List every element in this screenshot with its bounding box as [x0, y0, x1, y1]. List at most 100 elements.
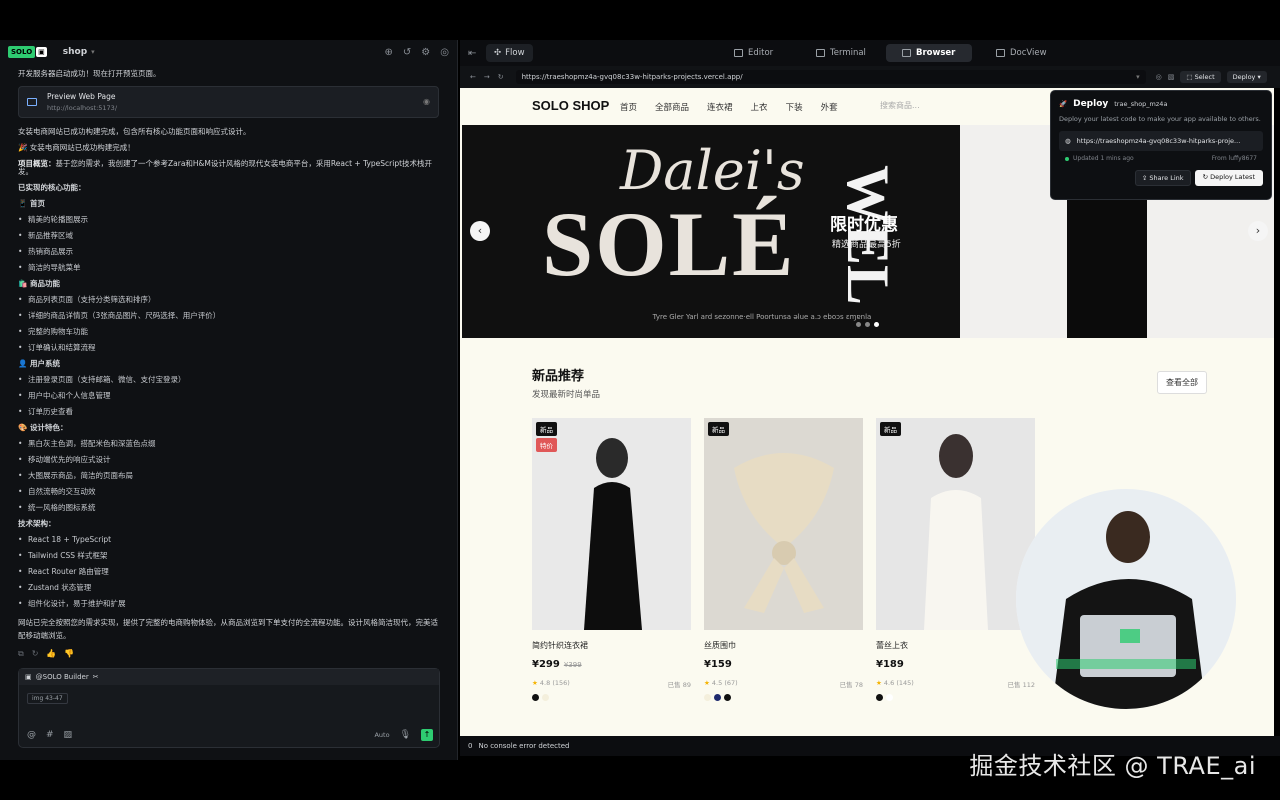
tab-browser[interactable]: Browser — [886, 44, 972, 62]
mode-select[interactable]: Auto — [374, 731, 389, 739]
product-image[interactable]: 新品 — [704, 418, 863, 630]
share-link-button[interactable]: ⇪ Share Link — [1134, 170, 1191, 186]
thumbs-down-icon[interactable]: 👎 — [64, 650, 74, 658]
mic-icon[interactable]: 🎙 — [400, 730, 411, 740]
thumbs-up-icon[interactable]: 👍 — [46, 650, 56, 658]
product-name[interactable]: 丝质围巾 — [704, 640, 863, 651]
list-item: 订单确认和结算流程 — [18, 343, 439, 352]
address-bar[interactable]: https://traeshopmz4a-gvq08c33w-hitparks-… — [515, 70, 1146, 84]
trae-logo-icon: ▣ — [36, 47, 47, 57]
carousel-dot-active[interactable] — [874, 322, 879, 327]
history-icon[interactable]: ↺ — [403, 47, 411, 58]
retry-icon[interactable]: ↻ — [32, 650, 39, 658]
watermark: 掘金技术社区 @ TRAE_ai — [969, 752, 1256, 780]
deploy-title: Deploy — [1073, 99, 1109, 109]
deploy-project: trae_shop_mz4a — [1114, 100, 1168, 108]
deploy-url[interactable]: https://traeshopmz4a-gvq08c33w-hitparks-… — [1077, 137, 1241, 145]
reload-icon[interactable]: ↻ — [498, 73, 504, 81]
chevron-down-icon[interactable]: ▾ — [91, 48, 95, 56]
product-card[interactable]: 新品 蕾丝上衣 ¥189 ★ 4.6 (145) 已售 112 — [876, 418, 1035, 701]
deploy-url-box[interactable]: ◍ https://traeshopmz4a-gvq08c33w-hitpark… — [1059, 131, 1263, 151]
menu-item-all[interactable]: 全部商品 — [655, 101, 689, 113]
list-item: 大图展示商品，简洁的页面布局 — [18, 471, 439, 480]
flow-label: Flow — [505, 48, 525, 58]
redeploy-button[interactable]: ↻ Deploy Latest — [1194, 170, 1263, 186]
workspace-tabs: ⇤ ✣ Flow Editor Terminal Browser DocView — [460, 40, 1280, 66]
section-heading: 技术架构： — [18, 518, 56, 528]
account-icon[interactable]: ◎ — [440, 47, 449, 58]
settings-icon[interactable]: ⚙ — [421, 47, 430, 58]
color-swatch[interactable] — [704, 694, 711, 701]
chat-panel: SOLO ▣ shop ▾ ⊕ ↺ ⚙ ◎ 开发服务器启动成功！现在打开预览页面… — [0, 40, 458, 760]
console-status: No console error detected — [478, 742, 570, 750]
hero-big-text: SOLÉ — [542, 193, 796, 295]
chevron-down-icon[interactable]: ▾ — [1136, 73, 1140, 81]
view-all-button[interactable]: 查看全部 — [1157, 371, 1207, 394]
product-image[interactable]: 新品 特价 — [532, 418, 691, 630]
agent-icon: ▣ — [25, 673, 32, 681]
menu-item-home[interactable]: 首页 — [620, 101, 637, 113]
deploy-updated: Updated 1 mins ago — [1073, 155, 1134, 162]
tab-terminal[interactable]: Terminal — [800, 44, 882, 62]
carousel-dot[interactable] — [865, 322, 870, 327]
color-swatch[interactable] — [724, 694, 731, 701]
menu-item-tops[interactable]: 上衣 — [751, 101, 768, 113]
site-search-input[interactable]: 搜索商品... — [880, 100, 920, 111]
tab-editor[interactable]: Editor — [718, 44, 789, 62]
product-price: ¥159 — [704, 659, 732, 670]
product-image[interactable]: 新品 — [876, 418, 1035, 630]
chat-header: SOLO ▣ shop ▾ ⊕ ↺ ⚙ ◎ — [0, 40, 457, 64]
at-icon[interactable]: @ — [27, 730, 36, 740]
back-icon[interactable]: ← — [470, 73, 476, 81]
message-text: 🎉 女装电商网站已成功构建完成！ — [18, 143, 135, 152]
carousel-dot[interactable] — [856, 322, 861, 327]
screenshot-icon[interactable]: ▧ — [1168, 73, 1175, 81]
target-icon[interactable]: ◎ — [1156, 73, 1162, 81]
product-card[interactable]: 新品 特价 简约针织连衣裙 ¥299 ¥399 ★ 4.8 (156) 已售 89 — [532, 418, 691, 701]
top-letterbox — [0, 0, 1280, 40]
product-rating: ★ 4.5 (67) 已售 78 — [704, 679, 863, 689]
chat-composer[interactable]: ▣ @SOLO Builder ✂ img 43-47 @ # ▨ Auto 🎙… — [18, 668, 440, 748]
menu-item-bottoms[interactable]: 下装 — [786, 101, 803, 113]
carousel-prev-icon[interactable]: ‹ — [470, 221, 490, 241]
scarf-figure — [734, 453, 834, 613]
eye-icon[interactable]: ◉ — [423, 98, 430, 106]
color-swatch[interactable] — [532, 694, 539, 701]
new-chat-icon[interactable]: ⊕ — [385, 47, 393, 58]
color-swatch[interactable] — [714, 694, 721, 701]
flow-button[interactable]: ✣ Flow — [486, 44, 533, 62]
color-swatch[interactable] — [876, 694, 883, 701]
deploy-button[interactable]: Deploy ▾ — [1226, 71, 1267, 83]
color-swatch[interactable] — [542, 694, 549, 701]
menu-item-dresses[interactable]: 连衣裙 — [707, 101, 733, 113]
site-brand[interactable]: SOLO SHOP — [532, 98, 609, 113]
list-item: 热销商品展示 — [18, 247, 439, 256]
select-button[interactable]: ⬚ Select — [1180, 71, 1221, 83]
carousel-next-icon[interactable]: › — [1248, 221, 1268, 241]
attachment-chip[interactable]: img 43-47 — [27, 693, 68, 704]
forward-icon[interactable]: → — [484, 73, 490, 81]
message-actions: ⧉ ↻ 👍 👎 — [18, 650, 439, 658]
hash-icon[interactable]: # — [46, 730, 54, 740]
color-swatch[interactable] — [886, 694, 893, 701]
terminal-icon — [816, 49, 825, 57]
tab-docview[interactable]: DocView — [980, 44, 1063, 62]
list-item: 统一风格的图标系统 — [18, 503, 439, 512]
hero-promo-subtitle: 精选商品最高5折 — [832, 240, 901, 250]
project-selector[interactable]: shop — [63, 47, 87, 57]
product-name[interactable]: 简约针织连衣裙 — [532, 640, 691, 651]
send-button[interactable]: ↑ — [421, 729, 433, 741]
list-item: Tailwind CSS 样式框架 — [18, 551, 439, 560]
section-heading: 📱 首页 — [18, 198, 45, 208]
product-name[interactable]: 蕾丝上衣 — [876, 640, 1035, 651]
collapse-panel-icon[interactable]: ⇤ — [468, 48, 476, 59]
section-subtitle: 发现最新时尚单品 — [532, 390, 601, 400]
agent-mention[interactable]: ▣ @SOLO Builder ✂ — [19, 669, 439, 685]
copy-icon[interactable]: ⧉ — [18, 650, 24, 658]
deploy-author: From luffy8677 — [1211, 155, 1257, 162]
menu-item-outerwear[interactable]: 外套 — [821, 101, 838, 113]
product-card[interactable]: 新品 丝质围巾 ¥159 ★ 4.5 (67) 已售 78 — [704, 418, 863, 701]
preview-card[interactable]: Preview Web Page http://localhost:5173/ … — [18, 86, 439, 118]
image-icon[interactable]: ▨ — [64, 730, 73, 740]
list-item: Zustand 状态管理 — [18, 583, 439, 592]
